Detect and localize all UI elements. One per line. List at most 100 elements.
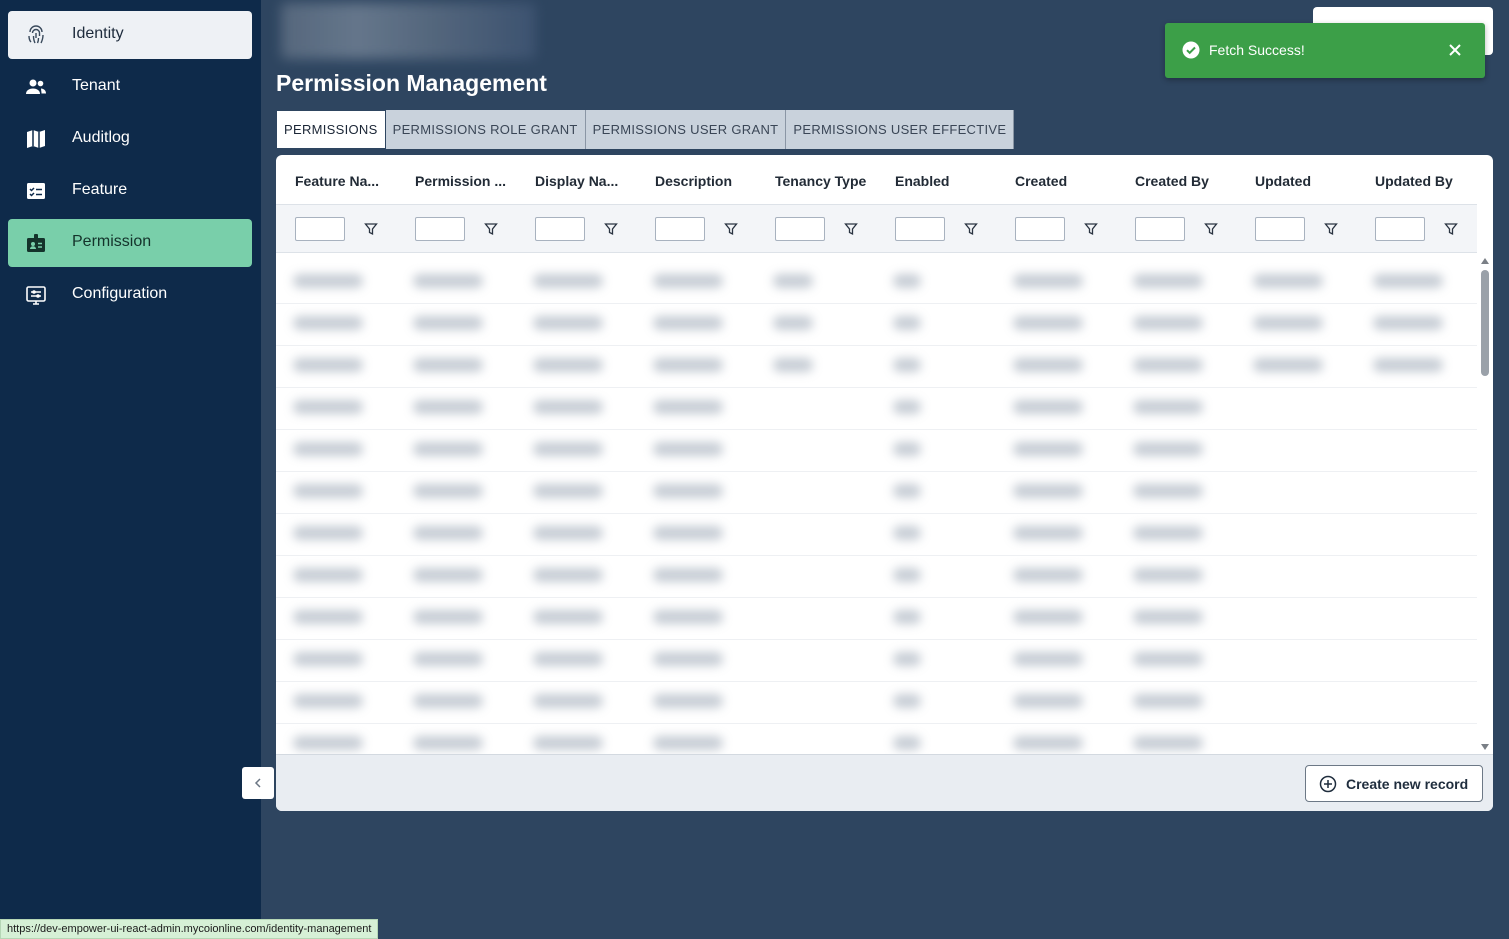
table-cell [1133, 358, 1203, 372]
table-cell [1013, 568, 1083, 582]
filter-input[interactable] [1375, 217, 1425, 241]
filter-icon[interactable] [1324, 222, 1338, 236]
filter-icon[interactable] [1084, 222, 1098, 236]
filter-icon[interactable] [1444, 222, 1458, 236]
table-cell [413, 400, 483, 414]
column-header-created[interactable]: Created [1015, 173, 1067, 189]
table-row[interactable] [276, 682, 1477, 724]
column-header-permission-name[interactable]: Permission ... [415, 173, 506, 189]
table-cell [653, 568, 723, 582]
table-cell [1373, 358, 1443, 372]
table-cell [1013, 610, 1083, 624]
table-row[interactable] [276, 430, 1477, 472]
table-cell [293, 484, 363, 498]
filter-icon[interactable] [364, 222, 378, 236]
sidebar-item-auditlog[interactable]: Auditlog [8, 115, 252, 163]
scroll-up-icon[interactable] [1481, 258, 1489, 264]
table-cell [1133, 652, 1203, 666]
sidebar-item-tenant[interactable]: Tenant [8, 63, 252, 111]
column-header-feature-name[interactable]: Feature Na... [295, 173, 379, 189]
table-cell [413, 526, 483, 540]
sidebar-item-identity[interactable]: Identity [8, 11, 252, 59]
table-cell [653, 736, 723, 750]
table-cell [1013, 526, 1083, 540]
sidebar-item-permission[interactable]: Permission [8, 219, 252, 267]
sidebar-item-configuration[interactable]: Configuration [8, 271, 252, 319]
table-cell [893, 652, 921, 666]
table-cell [533, 736, 603, 750]
column-header-updated[interactable]: Updated [1255, 173, 1311, 189]
filter-input[interactable] [655, 217, 705, 241]
tab-permissions-user-effective[interactable]: PERMISSIONS USER EFFECTIVE [786, 110, 1015, 149]
tab-permissions[interactable]: PERMISSIONS [276, 110, 386, 149]
table-cell [533, 316, 603, 330]
table-cell [893, 736, 921, 750]
filter-input[interactable] [775, 217, 825, 241]
table-cell [1253, 274, 1323, 288]
table-cell [293, 694, 363, 708]
table-row[interactable] [276, 472, 1477, 514]
table-row[interactable] [276, 640, 1477, 682]
filter-icon[interactable] [724, 222, 738, 236]
tab-permissions-role-grant[interactable]: PERMISSIONS ROLE GRANT [385, 110, 586, 149]
filter-icon[interactable] [604, 222, 618, 236]
filter-icon[interactable] [484, 222, 498, 236]
table-cell [893, 610, 921, 624]
table-row[interactable] [276, 724, 1477, 754]
column-header-updated-by[interactable]: Updated By [1375, 173, 1453, 189]
table-cell [653, 652, 723, 666]
table-cell [1133, 316, 1203, 330]
table-cell [893, 316, 921, 330]
table-row[interactable] [276, 514, 1477, 556]
table-cell [1133, 736, 1203, 750]
column-header-enabled[interactable]: Enabled [895, 173, 949, 189]
table-cell [1013, 316, 1083, 330]
column-header-description[interactable]: Description [655, 173, 732, 189]
table-cell [413, 484, 483, 498]
sidebar-item-feature[interactable]: Feature [8, 167, 252, 215]
toast-message: Fetch Success! [1209, 42, 1305, 58]
settings-panel-icon [26, 286, 46, 305]
filter-input[interactable] [1015, 217, 1065, 241]
table-cell [293, 526, 363, 540]
table-cell [1373, 316, 1443, 330]
column-header-created-by[interactable]: Created By [1135, 173, 1209, 189]
table-cell [293, 442, 363, 456]
table-row[interactable] [276, 388, 1477, 430]
tab-permissions-user-grant[interactable]: PERMISSIONS USER GRANT [585, 110, 787, 149]
table-cell [293, 400, 363, 414]
table-row[interactable] [276, 598, 1477, 640]
filter-input[interactable] [415, 217, 465, 241]
filter-input[interactable] [295, 217, 345, 241]
sidebar-item-label: Permission [72, 233, 152, 250]
table-cell [533, 442, 603, 456]
table-cell [893, 274, 921, 288]
filter-input[interactable] [535, 217, 585, 241]
table-row[interactable] [276, 262, 1477, 304]
vertical-scrollbar[interactable] [1477, 254, 1493, 754]
table-cell [533, 610, 603, 624]
scroll-thumb[interactable] [1481, 270, 1489, 376]
table-cell [773, 358, 813, 372]
table-row[interactable] [276, 346, 1477, 388]
scroll-down-icon[interactable] [1481, 744, 1489, 750]
filter-icon[interactable] [1204, 222, 1218, 236]
table-cell [1373, 274, 1443, 288]
filter-icon[interactable] [844, 222, 858, 236]
table-cell [653, 484, 723, 498]
sidebar-collapse-button[interactable] [242, 767, 274, 799]
tab-bar: PERMISSIONS PERMISSIONS ROLE GRANT PERMI… [276, 110, 1015, 149]
table-row[interactable] [276, 304, 1477, 346]
create-new-record-button[interactable]: Create new record [1305, 765, 1483, 802]
sidebar-item-label: Auditlog [72, 129, 130, 146]
column-header-display-name[interactable]: Display Na... [535, 173, 618, 189]
filter-input[interactable] [1255, 217, 1305, 241]
column-header-tenancy-type[interactable]: Tenancy Type [775, 173, 866, 189]
filter-input[interactable] [1135, 217, 1185, 241]
create-button-label: Create new record [1346, 775, 1469, 792]
close-icon[interactable] [1448, 43, 1462, 57]
table-cell [653, 358, 723, 372]
filter-input[interactable] [895, 217, 945, 241]
table-row[interactable] [276, 556, 1477, 598]
filter-icon[interactable] [964, 222, 978, 236]
